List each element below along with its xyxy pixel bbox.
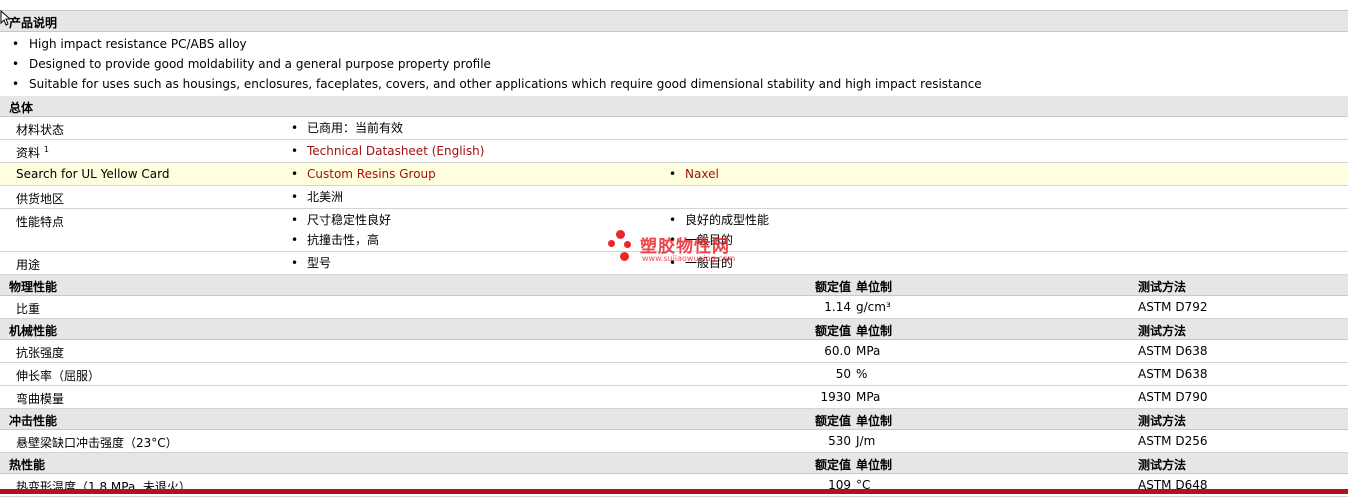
description-list: High impact resistance PC/ABS alloy Desi… (0, 32, 1348, 96)
section-header-mechanical: 机械性能 额定值 单位制 测试方法 (0, 319, 1348, 340)
row-material-status: 材料状态 已商用：当前有效 (0, 117, 1348, 140)
property-label: 抗张强度 (16, 346, 65, 360)
table-row: 弯曲模量 1930 MPa ASTM D790 (0, 386, 1348, 409)
property-test-method: ASTM D790 (1138, 390, 1208, 404)
list-item: High impact resistance PC/ABS alloy (0, 34, 1348, 54)
property-test-method: ASTM D638 (1138, 367, 1208, 381)
row-value: 已商用：当前有效 (290, 118, 403, 138)
nominal-header: 额定值 (814, 414, 851, 428)
feature-item: 良好的成型性能 (668, 210, 769, 230)
test-method-header: 测试方法 (1138, 280, 1187, 294)
row-value: 北美洲 (290, 187, 343, 207)
section-title: 热性能 (9, 458, 46, 472)
test-method-header: 测试方法 (1138, 414, 1187, 428)
mouse-cursor-icon (0, 10, 10, 26)
row-label: 性能特点 (16, 215, 65, 229)
row-availability: 供货地区 北美洲 (0, 186, 1348, 209)
row-features: 性能特点 尺寸稳定性良好 抗撞击性，高 良好的成型性能 一般目的 (0, 209, 1348, 252)
property-unit: MPa (856, 390, 881, 404)
list-item: Designed to provide good moldability and… (0, 54, 1348, 74)
feature-item: 一般目的 (668, 230, 769, 250)
nominal-header: 额定值 (814, 458, 851, 472)
property-label: 比重 (16, 302, 41, 316)
row-uses: 用途 型号 一般目的 (0, 252, 1348, 275)
section-title: 产品说明 (9, 16, 58, 30)
list-item: Suitable for uses such as housings, encl… (0, 74, 1348, 94)
unit-header: 单位制 (856, 458, 893, 472)
property-unit: MPa (856, 344, 881, 358)
table-row: 伸长率（屈服） 50 % ASTM D638 (0, 363, 1348, 386)
section-header-product-description: 产品说明 (0, 11, 1348, 32)
row-label: 材料状态 (16, 123, 65, 137)
property-value: 1.14 (824, 300, 851, 314)
custom-resins-group-link[interactable]: Custom Resins Group (307, 167, 436, 181)
bottom-bar (0, 489, 1348, 494)
ul-search-label: Search for UL Yellow Card (16, 167, 170, 181)
test-method-header: 测试方法 (1138, 458, 1187, 472)
table-row: 比重 1.14 g/cm³ ASTM D792 (0, 296, 1348, 319)
row-label: 供货地区 (16, 192, 65, 206)
unit-header: 单位制 (856, 414, 893, 428)
table-row: 抗张强度 60.0 MPa ASTM D638 (0, 340, 1348, 363)
section-header-physical: 物理性能 额定值 单位制 测试方法 (0, 275, 1348, 296)
section-header-impact: 冲击性能 额定值 单位制 测试方法 (0, 409, 1348, 430)
section-header-general: 总体 (0, 96, 1348, 117)
property-label: 伸长率（屈服） (16, 369, 101, 383)
nominal-header: 额定值 (814, 280, 851, 294)
row-label: 资料 1 (16, 145, 49, 160)
row-label: 用途 (16, 258, 41, 272)
use-item: 型号 (290, 253, 331, 273)
property-unit: % (856, 367, 868, 381)
use-item: 一般目的 (668, 253, 733, 273)
property-test-method: ASTM D638 (1138, 344, 1208, 358)
property-test-method: ASTM D792 (1138, 300, 1208, 314)
property-value: 1930 (820, 390, 851, 404)
property-label: 弯曲模量 (16, 392, 65, 406)
test-method-header: 测试方法 (1138, 324, 1187, 338)
property-value: 530 (828, 434, 851, 448)
property-unit: g/cm³ (856, 300, 891, 314)
row-literature: 资料 1 Technical Datasheet (English) (0, 140, 1348, 163)
top-spacer (0, 0, 1348, 11)
naxel-link[interactable]: Naxel (685, 167, 719, 181)
section-title: 冲击性能 (9, 414, 58, 428)
section-title: 机械性能 (9, 324, 58, 338)
unit-header: 单位制 (856, 280, 893, 294)
section-title: 总体 (9, 101, 34, 115)
property-unit: J/m (856, 434, 876, 448)
technical-datasheet-link[interactable]: Technical Datasheet (English) (307, 144, 484, 158)
table-row: 悬壁梁缺口冲击强度（23°C） 530 J/m ASTM D256 (0, 430, 1348, 453)
feature-item: 抗撞击性，高 (290, 230, 391, 250)
nominal-header: 额定值 (814, 324, 851, 338)
property-value: 60.0 (824, 344, 851, 358)
property-test-method: ASTM D256 (1138, 434, 1208, 448)
unit-header: 单位制 (856, 324, 893, 338)
row-ul-search: Search for UL Yellow Card Custom Resins … (0, 163, 1348, 186)
property-label: 悬壁梁缺口冲击强度（23°C） (16, 436, 178, 450)
section-header-thermal: 热性能 额定值 单位制 测试方法 (0, 453, 1348, 474)
section-title: 物理性能 (9, 280, 58, 294)
feature-item: 尺寸稳定性良好 (290, 210, 391, 230)
property-value: 50 (835, 367, 851, 381)
